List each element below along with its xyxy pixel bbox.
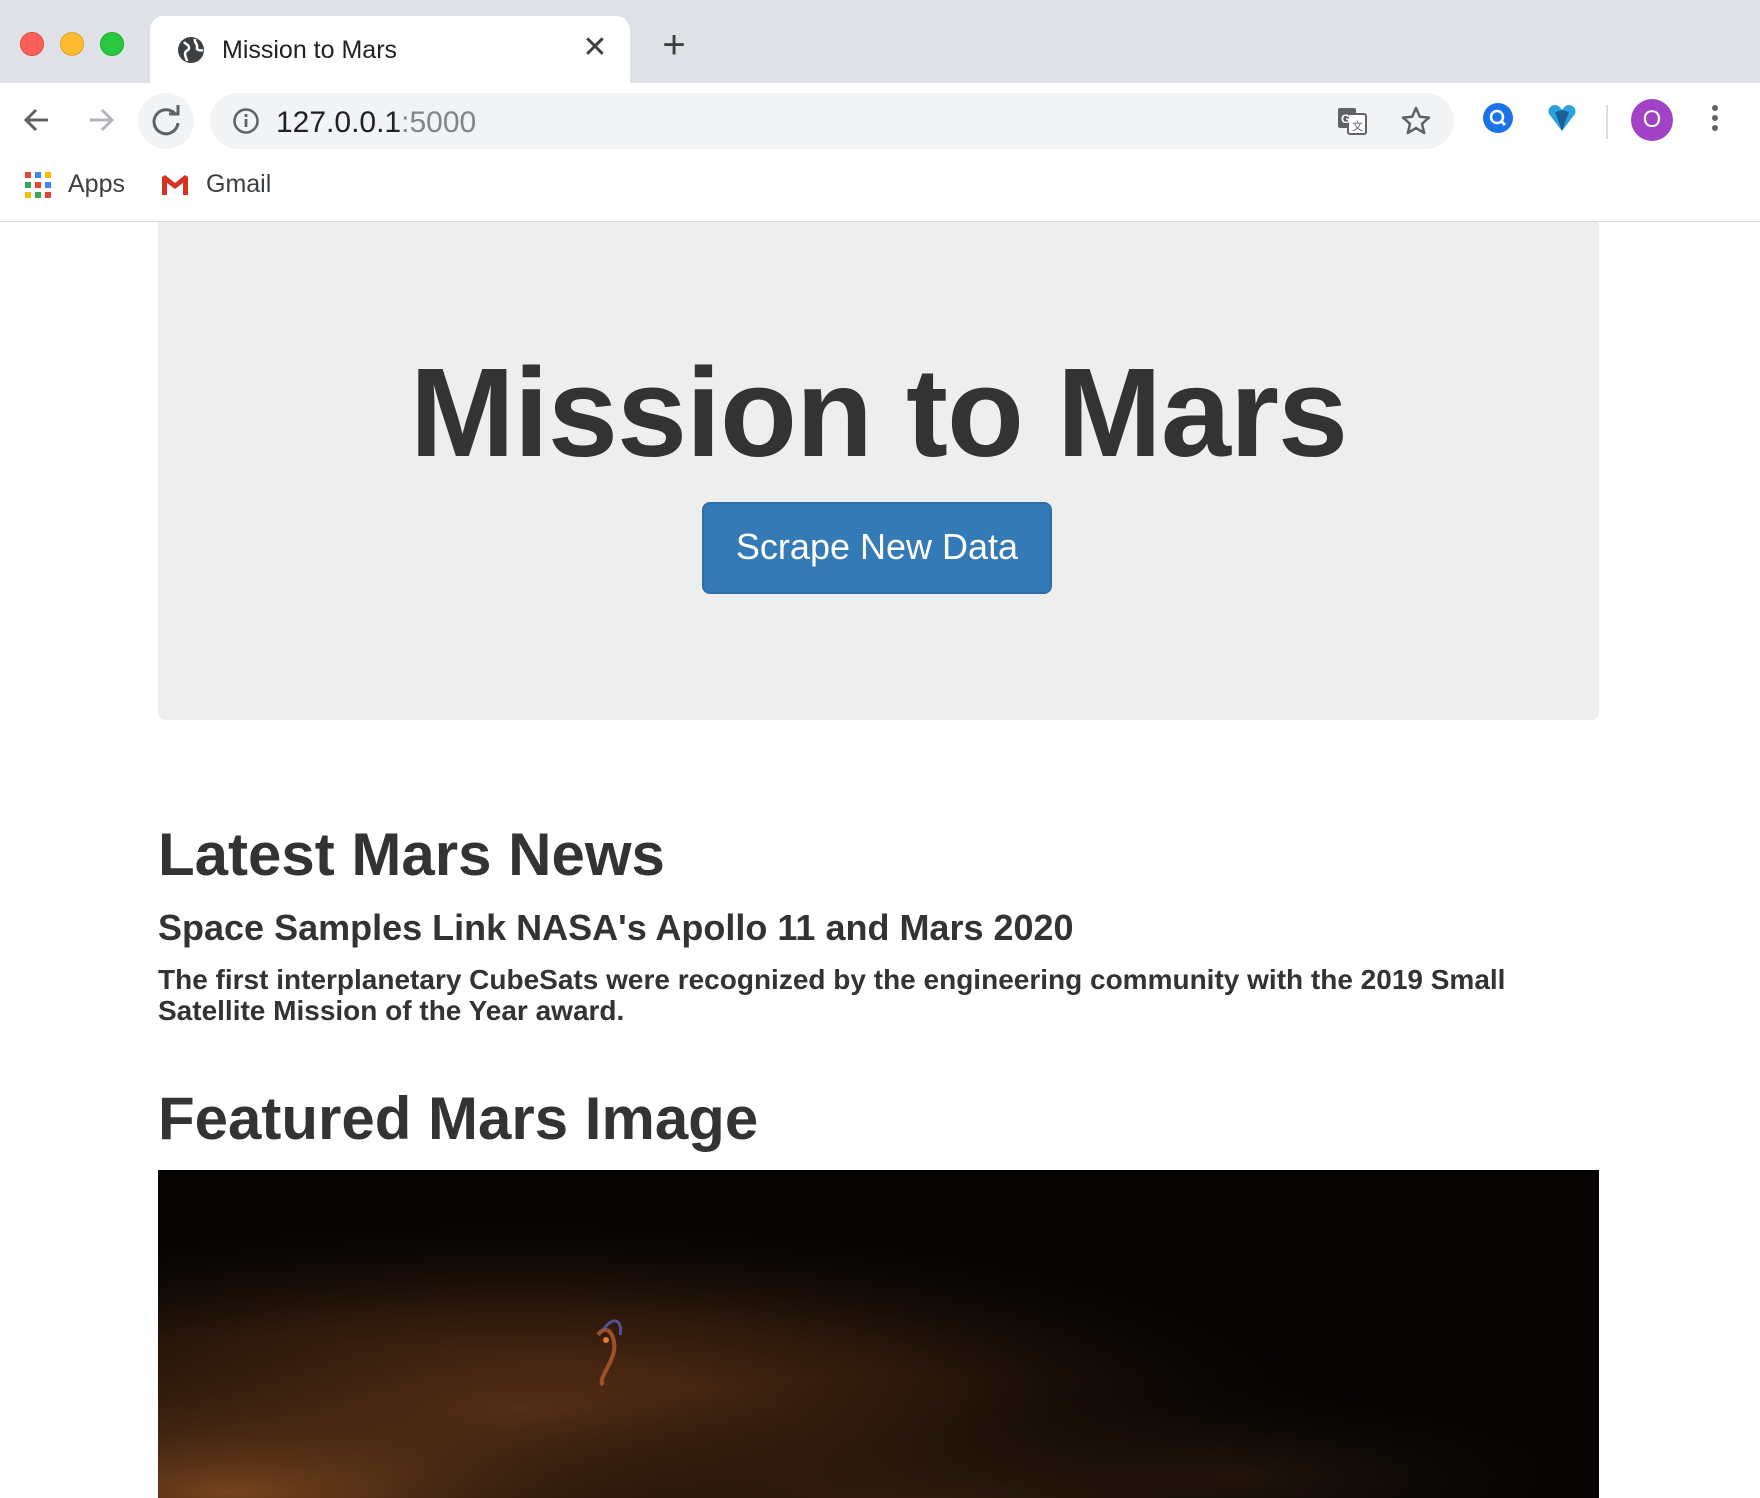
bookmarks-bar: Apps Gmail bbox=[0, 156, 1760, 222]
bookmark-apps-label: Apps bbox=[68, 170, 125, 198]
reload-button[interactable] bbox=[138, 93, 194, 149]
new-tab-button[interactable]: + bbox=[656, 25, 692, 65]
browser-toolbar: 127.0.0.1:5000 G 文 O bbox=[0, 83, 1760, 156]
minimize-window-button[interactable] bbox=[60, 32, 84, 56]
gmail-icon bbox=[161, 174, 189, 195]
heart-extension-icon[interactable] bbox=[1546, 102, 1578, 134]
bookmark-gmail-label: Gmail bbox=[206, 170, 272, 198]
url-host: 127.0.0.1 bbox=[276, 106, 402, 139]
tab-strip: Mission to Mars ✕ + bbox=[0, 0, 1760, 83]
tab-mission-to-mars[interactable]: Mission to Mars ✕ bbox=[150, 16, 630, 83]
featured-image-heading: Featured Mars Image bbox=[158, 1085, 759, 1152]
info-icon[interactable] bbox=[232, 107, 260, 135]
translate-icon[interactable]: G 文 bbox=[1336, 105, 1368, 137]
close-window-button[interactable] bbox=[20, 32, 44, 56]
maximize-window-button[interactable] bbox=[100, 32, 124, 56]
arrow-left-icon bbox=[23, 108, 48, 132]
more-menu-icon[interactable] bbox=[1704, 101, 1726, 141]
search-extension-icon[interactable] bbox=[1482, 102, 1514, 134]
globe-icon bbox=[178, 37, 204, 63]
bookmark-star-icon[interactable] bbox=[1400, 105, 1432, 137]
arrow-right-icon bbox=[90, 108, 115, 132]
svg-text:G: G bbox=[1341, 112, 1350, 126]
jumbotron: Mission to Mars Scrape New Data bbox=[158, 222, 1599, 720]
svg-text:文: 文 bbox=[1352, 119, 1363, 133]
featured-mars-image[interactable] bbox=[158, 1170, 1599, 1498]
scrape-new-data-button[interactable]: Scrape New Data bbox=[702, 502, 1052, 594]
url-text: 127.0.0.1:5000 bbox=[276, 106, 476, 140]
address-bar[interactable]: 127.0.0.1:5000 G 文 bbox=[210, 93, 1454, 149]
url-port: :5000 bbox=[401, 106, 477, 139]
page-title: Mission to Mars bbox=[409, 342, 1348, 483]
web-page: Mission to Mars Scrape New Data Latest M… bbox=[0, 222, 1760, 1498]
reload-icon bbox=[152, 105, 180, 136]
latest-news-heading: Latest Mars News bbox=[158, 821, 665, 888]
back-button[interactable] bbox=[14, 97, 60, 143]
bookmark-gmail[interactable]: Gmail bbox=[160, 170, 271, 199]
news-title: Space Samples Link NASA's Apollo 11 and … bbox=[158, 907, 1074, 948]
tab-title: Mission to Mars bbox=[222, 36, 398, 64]
toolbar-divider bbox=[1606, 105, 1608, 139]
nebula-image bbox=[158, 1170, 1599, 1498]
apps-grid-icon bbox=[25, 171, 51, 198]
close-tab-icon[interactable]: ✕ bbox=[580, 33, 610, 63]
profile-avatar[interactable]: O bbox=[1631, 99, 1673, 141]
forward-button[interactable] bbox=[78, 97, 124, 143]
news-paragraph: The first interplanetary CubeSats were r… bbox=[158, 964, 1506, 1026]
bookmark-apps[interactable]: Apps bbox=[24, 170, 125, 199]
